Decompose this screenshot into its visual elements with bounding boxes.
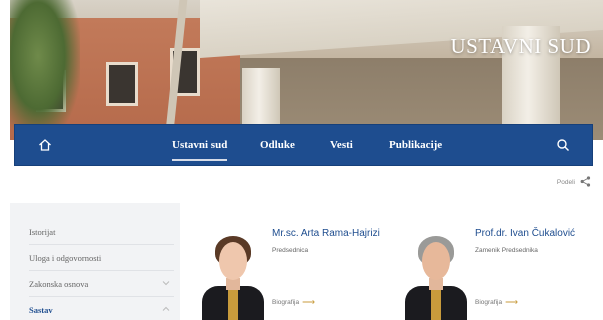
nav-item-publikacije[interactable]: Publikacije [389,139,442,151]
biography-label: Biografija [475,299,503,306]
judge-photo [403,228,469,320]
judge-role: Zamenik Predsednika [475,247,538,254]
home-icon[interactable] [37,137,53,153]
sidebar-item-label: Zakonska osnova [29,278,89,289]
sidebar-item-istorijat[interactable]: Istorijat [29,219,174,245]
tree [10,0,80,140]
judge-name[interactable]: Mr.sc. Arta Rama-Hajrizi [272,228,380,239]
nav-item-odluke[interactable]: Odluke [260,139,295,151]
site-title: USTAVNI SUD [450,34,591,58]
chevron-down-icon[interactable] [162,279,170,287]
search-icon[interactable] [556,138,570,152]
sidebar: Istorijat Uloga i odgovornosti Zakonska … [10,203,180,320]
sidebar-item-label: Istorijat [29,226,56,237]
main-navigation: Ustavni sud Odluke Vesti Publikacije [14,124,593,166]
share-label: Podeli [556,179,575,186]
sidebar-item-label: Uloga i odgovornosti [29,252,102,263]
share-icon [580,176,591,189]
nav-item-vesti[interactable]: Vesti [330,139,353,151]
share-button[interactable]: Podeli [557,176,591,189]
sidebar-item-sastav[interactable]: Sastav [29,297,174,320]
judge-photo [200,228,266,320]
sidebar-item-label: Sastav [29,305,53,315]
arrow-right-icon: ⟶ [302,297,316,307]
biography-link[interactable]: Biografija ⟶ [272,298,315,307]
sidebar-item-zakonska-osnova[interactable]: Zakonska osnova [29,271,174,297]
biography-label: Biografija [272,299,300,306]
arrow-right-icon: ⟶ [505,297,519,307]
biography-link[interactable]: Biografija ⟶ [475,298,518,307]
nav-item-ustavni-sud[interactable]: Ustavni sud [172,139,228,161]
judge-card: Prof.dr. Ivan Čukalović Zamenik Predsedn… [403,210,603,320]
hero-banner: USTAVNI SUD [10,0,603,140]
judge-role: Predsednica [272,247,309,254]
sidebar-item-uloga-i-odgovornosti[interactable]: Uloga i odgovornosti [29,245,174,271]
building-window [106,62,138,106]
judge-name[interactable]: Prof.dr. Ivan Čukalović [475,228,575,239]
judge-card: Mr.sc. Arta Rama-Hajrizi Predsednica Bio… [200,210,410,320]
chevron-up-icon[interactable] [162,305,170,313]
